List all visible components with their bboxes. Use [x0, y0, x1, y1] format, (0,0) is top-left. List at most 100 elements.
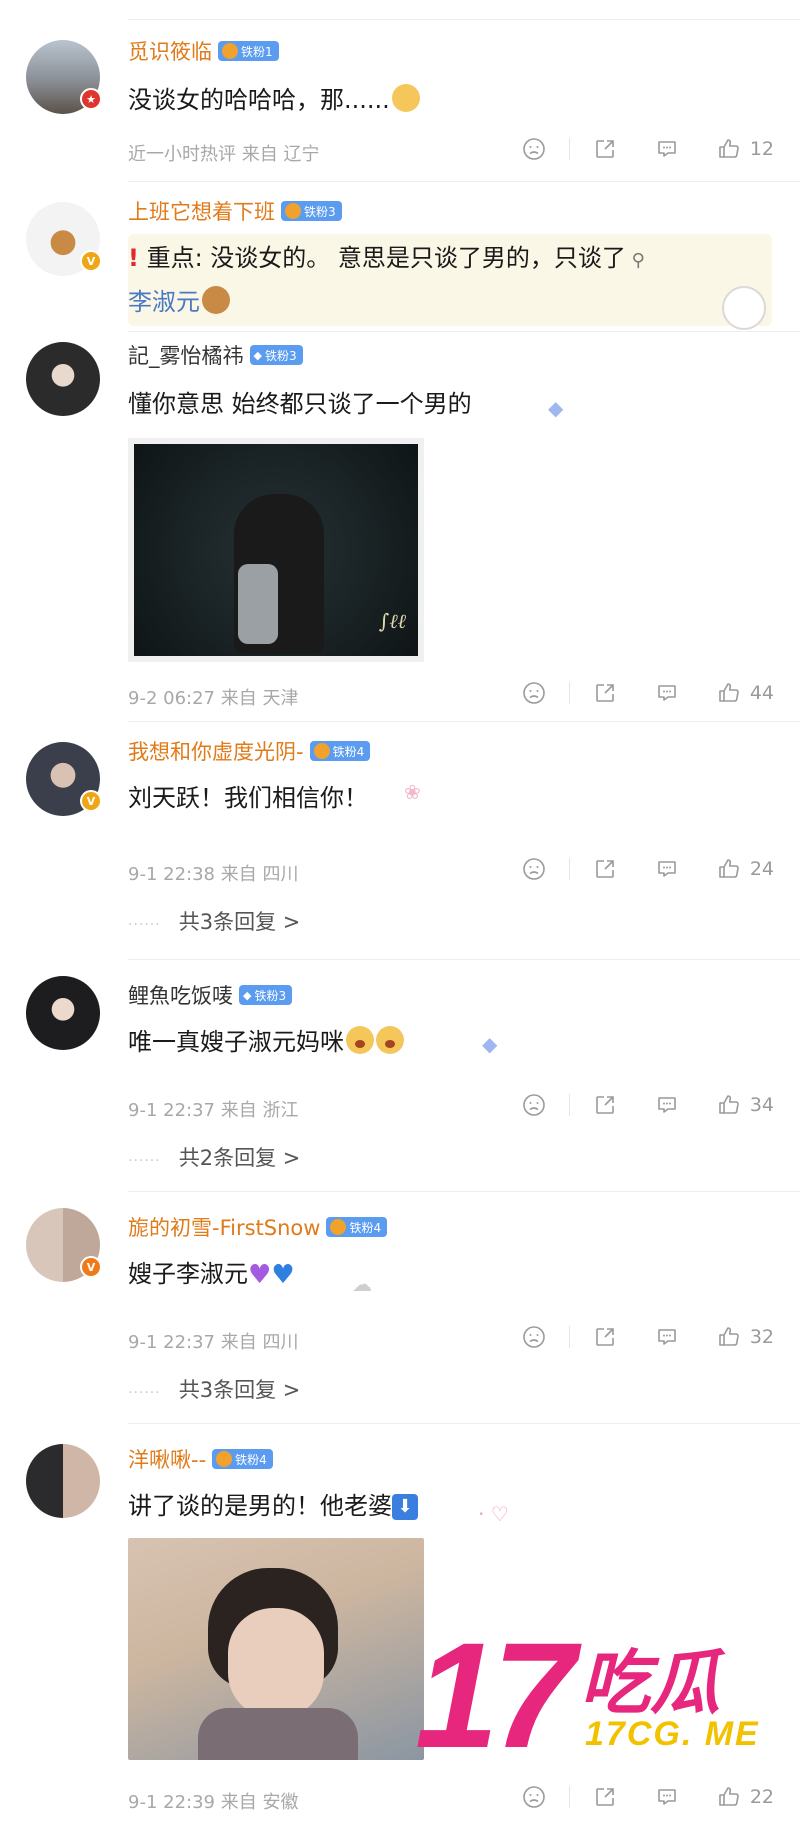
watermark-site: 17CG. ME: [585, 1715, 760, 1753]
comment-item: V 旎的初雪-FirstSnow 铁粉4 嫂子李淑元♥♥ ☁ 9-1 22:37 …: [0, 1192, 800, 1424]
bunny-decoration-icon: ❀: [404, 780, 421, 804]
comment-icon[interactable]: [654, 1784, 680, 1810]
view-replies-link[interactable]: ······ 共3条回复 >: [128, 1374, 300, 1404]
comment-text: 讲了谈的是男的！他老婆 ⬇: [128, 1486, 418, 1521]
comment-actions: 24: [521, 856, 774, 882]
comment-item: V 上班它想着下班 铁粉3 ! 重点: 没谈女的。 意思是只谈了男的，只谈了 ⚲ …: [0, 182, 800, 332]
fan-badge: 铁粉3: [249, 345, 303, 365]
dislike-face-icon[interactable]: [521, 1324, 547, 1350]
username[interactable]: 記_雾怡橘祎铁粉3: [128, 340, 303, 370]
like-icon[interactable]: [716, 1092, 742, 1118]
comment-text: 刘天跃！我们相信你！: [128, 784, 368, 812]
blue-heart-icon: ♥: [271, 1260, 295, 1290]
view-replies-link[interactable]: ······ 共3条回复 >: [128, 906, 300, 936]
watermark-number: 17: [415, 1611, 576, 1779]
comment-text: 嫂子李淑元♥♥: [128, 1260, 295, 1290]
diamond-decoration-icon: ◆: [548, 396, 564, 420]
view-replies-link[interactable]: ······ 共2条回复 >: [128, 1142, 300, 1172]
crying-emoji-icon: [346, 1026, 374, 1054]
fan-badge: 铁粉4: [212, 1449, 273, 1469]
like-icon[interactable]: [716, 136, 742, 162]
dislike-face-icon[interactable]: [521, 1784, 547, 1810]
username[interactable]: 上班它想着下班 铁粉3: [128, 196, 342, 226]
comment-item: ★ 觅识筱临 铁粉1 没谈女的哈哈哈，那...... 近一小时热评 来自 辽宁 1…: [0, 20, 800, 182]
site-watermark: 17 吃瓜 17CG. ME: [415, 1611, 785, 1779]
search-link[interactable]: 李淑元: [128, 288, 200, 316]
previous-comment-tail: [0, 0, 800, 20]
comment-actions: 32: [521, 1324, 774, 1350]
comment-image[interactable]: [128, 1538, 424, 1760]
comment-actions: 22: [521, 1784, 774, 1810]
comment-icon[interactable]: [654, 136, 680, 162]
comment-text: 懂你意思 始终都只谈了一个男的: [128, 390, 472, 418]
like-count: 12: [749, 138, 774, 160]
watermark-brand: 吃瓜: [580, 1642, 720, 1724]
like-count: 32: [749, 1326, 774, 1348]
share-icon[interactable]: [592, 136, 618, 162]
fan-badge: 铁粉3: [281, 201, 342, 221]
like-count: 22: [749, 1786, 774, 1808]
avatar[interactable]: [26, 976, 100, 1050]
fan-badge: 铁粉4: [309, 741, 371, 761]
fan-badge: 铁粉4: [326, 1217, 388, 1237]
search-icon[interactable]: ⚲: [626, 250, 645, 271]
down-arrow-icon: ⬇: [392, 1494, 418, 1520]
share-icon[interactable]: [592, 680, 618, 706]
comment-icon[interactable]: [654, 856, 680, 882]
like-icon[interactable]: [716, 680, 742, 706]
dislike-face-icon[interactable]: [521, 1092, 547, 1118]
exclamation-icon: !: [128, 244, 139, 272]
dislike-face-icon[interactable]: [521, 680, 547, 706]
crying-emoji-icon: [376, 1026, 404, 1054]
username[interactable]: 洋啾啾-- 铁粉4: [128, 1444, 273, 1474]
username[interactable]: 我想和你虚度光阴- 铁粉4: [128, 736, 371, 766]
username[interactable]: 旎的初雪-FirstSnow 铁粉4: [128, 1212, 388, 1242]
comment-actions: 44: [521, 680, 774, 706]
comment-meta: 9-2 06:27 来自 天津: [128, 688, 299, 709]
sticker-icon: [722, 286, 766, 330]
like-icon[interactable]: [716, 856, 742, 882]
comment-meta: 9-1 22:37 来自 四川: [128, 1332, 299, 1353]
verified-orange-icon: V: [80, 1256, 102, 1278]
avatar[interactable]: [26, 342, 100, 416]
comment-image[interactable]: ∫ℓℓ: [128, 438, 424, 662]
username[interactable]: 觅识筱临 铁粉1: [128, 36, 279, 66]
like-icon[interactable]: [716, 1784, 742, 1810]
share-icon[interactable]: [592, 1784, 618, 1810]
avatar[interactable]: V: [26, 202, 102, 276]
thinking-emoji-icon: [391, 84, 420, 112]
verified-red-icon: ★: [80, 88, 102, 110]
comment-actions: 12: [521, 136, 774, 162]
avatar[interactable]: V: [26, 742, 102, 816]
comment-icon[interactable]: [654, 1092, 680, 1118]
comment-item: V 我想和你虚度光阴- 铁粉4 刘天跃！我们相信你！ ❀ 9-1 22:38 来自…: [0, 722, 800, 960]
cloud-decoration-icon: ☁: [352, 1272, 372, 1296]
like-count: 24: [749, 858, 774, 880]
capybara-emoji-icon: [202, 286, 230, 314]
fan-badge: 铁粉1: [218, 41, 279, 61]
like-count: 44: [749, 682, 774, 704]
fan-badge: 铁粉3: [239, 985, 293, 1005]
username[interactable]: 鲤魚吃饭唛铁粉3: [128, 980, 293, 1010]
diamond-decoration-icon: ◆: [482, 1032, 498, 1056]
heart-decoration-icon: · ♡: [478, 1502, 509, 1526]
avatar[interactable]: V: [26, 1208, 102, 1282]
share-icon[interactable]: [592, 1092, 618, 1118]
comment-meta: 近一小时热评 来自 辽宁: [128, 144, 320, 165]
comment-text-line1: ! 重点: 没谈女的。 意思是只谈了男的，只谈了 ⚲: [128, 244, 645, 272]
dislike-face-icon[interactable]: [521, 136, 547, 162]
like-icon[interactable]: [716, 1324, 742, 1350]
avatar[interactable]: ★: [26, 40, 102, 114]
comment-text: 没谈女的哈哈哈，那......: [128, 80, 420, 115]
comment-text: 唯一真嫂子淑元妈咪: [128, 1022, 404, 1057]
share-icon[interactable]: [592, 856, 618, 882]
verified-gold-icon: V: [80, 250, 102, 272]
dislike-face-icon[interactable]: [521, 856, 547, 882]
comment-icon[interactable]: [654, 680, 680, 706]
comment-icon[interactable]: [654, 1324, 680, 1350]
avatar[interactable]: [26, 1444, 100, 1518]
comment-meta: 9-1 22:38 来自 四川: [128, 864, 299, 885]
comment-actions: 34: [521, 1092, 774, 1118]
purple-heart-icon: ♥: [248, 1260, 272, 1290]
share-icon[interactable]: [592, 1324, 618, 1350]
